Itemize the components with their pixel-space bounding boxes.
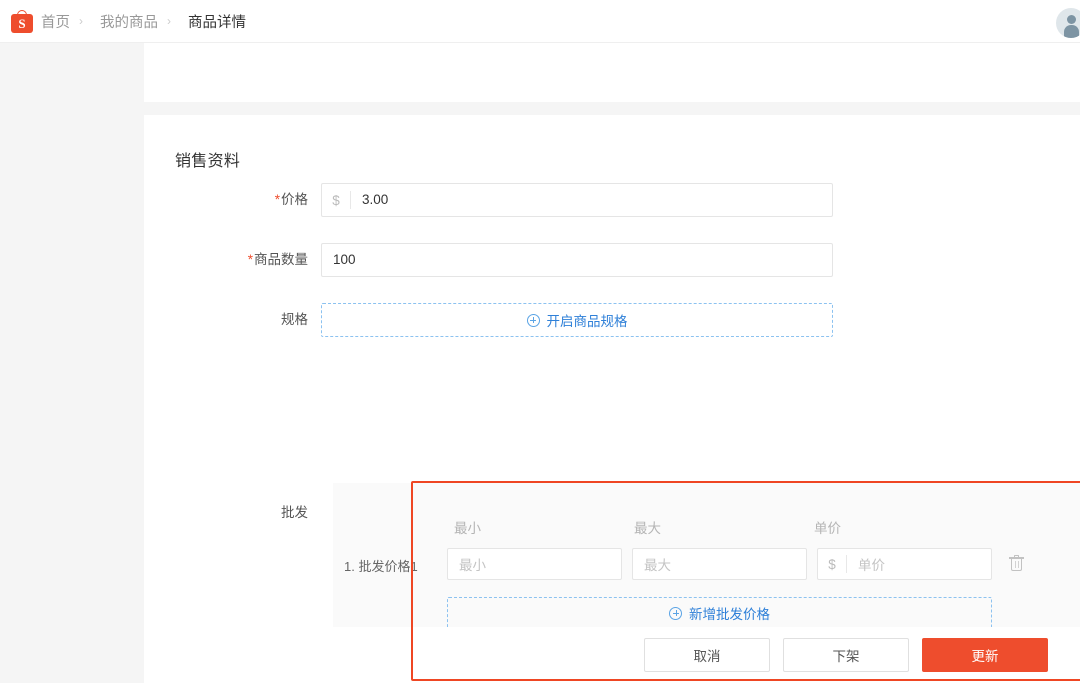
upper-panel: [144, 43, 1080, 102]
breadcrumb: 首页 › 我的商品 › 商品详情: [33, 11, 246, 32]
column-header-price: 单价: [814, 517, 841, 537]
breadcrumb-item-home[interactable]: 首页: [41, 11, 70, 32]
wholesale-max-input[interactable]: 最大: [632, 548, 807, 580]
quantity-row: *商品数量 100: [144, 243, 1080, 277]
wholesale-min-input[interactable]: 最小: [447, 548, 622, 580]
logo-letter: S: [11, 14, 33, 33]
add-wholesale-price-label: 新增批发价格: [689, 603, 770, 623]
breadcrumb-item-product-detail: 商品详情: [188, 11, 246, 32]
shopee-bag-logo-icon[interactable]: S: [11, 10, 33, 33]
breadcrumb-separator: ›: [167, 14, 171, 28]
breadcrumb-separator: ›: [79, 14, 83, 28]
wholesale-unit-placeholder: 单价: [847, 554, 885, 574]
wholesale-unit-price-input[interactable]: $ 单价: [817, 548, 992, 580]
price-input[interactable]: $ 3.00: [321, 183, 833, 217]
top-breadcrumb-bar: S 首页 › 我的商品 › 商品详情: [0, 0, 1080, 43]
price-label: *价格: [144, 183, 321, 217]
enable-product-spec-label: 开启商品规格: [547, 310, 628, 330]
user-avatar-icon[interactable]: [1056, 8, 1080, 38]
price-value: 3.00: [351, 184, 832, 216]
wholesale-min-placeholder: 最小: [448, 554, 486, 574]
currency-prefix: $: [322, 193, 350, 208]
add-wholesale-price-button[interactable]: 新增批发价格: [447, 597, 992, 629]
quantity-input[interactable]: 100: [321, 243, 833, 277]
quantity-label: *商品数量: [144, 243, 321, 277]
trash-body: [1011, 559, 1022, 571]
currency-prefix: $: [818, 557, 846, 572]
spec-row: 规格 开启商品规格: [144, 303, 1080, 337]
price-label-text: 价格: [281, 192, 308, 207]
trash-icon[interactable]: [1009, 555, 1024, 572]
cancel-button[interactable]: 取消: [644, 638, 770, 672]
required-mark: *: [275, 192, 280, 207]
quantity-value: 100: [322, 244, 832, 276]
wholesale-max-placeholder: 最大: [633, 554, 671, 574]
update-button[interactable]: 更新: [922, 638, 1048, 672]
sales-info-panel: 销售资料 *价格 $ 3.00 *商品数量 100 规格: [144, 115, 1080, 661]
required-mark: *: [248, 252, 253, 267]
quantity-label-text: 商品数量: [254, 252, 308, 267]
footer-bar: 取消 下架 更新: [144, 627, 1080, 683]
enable-product-spec-button[interactable]: 开启商品规格: [321, 303, 833, 337]
plus-circle-icon: [527, 314, 540, 327]
page-title: 销售资料: [175, 147, 240, 171]
left-sidebar: [0, 43, 144, 683]
breadcrumb-item-my-products[interactable]: 我的商品: [100, 11, 158, 32]
column-header-max: 最大: [634, 517, 661, 537]
main-content: 销售资料 *价格 $ 3.00 *商品数量 100 规格: [144, 43, 1080, 683]
wholesale-row-label: 1. 批发价格1: [344, 556, 418, 575]
wholesale-label: 批发: [144, 501, 321, 521]
footer-button-group: 取消 下架 更新: [644, 638, 1048, 672]
spec-label: 规格: [144, 303, 321, 337]
price-row: *价格 $ 3.00: [144, 183, 1080, 217]
unlist-button[interactable]: 下架: [783, 638, 909, 672]
plus-circle-icon: [669, 607, 682, 620]
column-header-min: 最小: [454, 517, 481, 537]
